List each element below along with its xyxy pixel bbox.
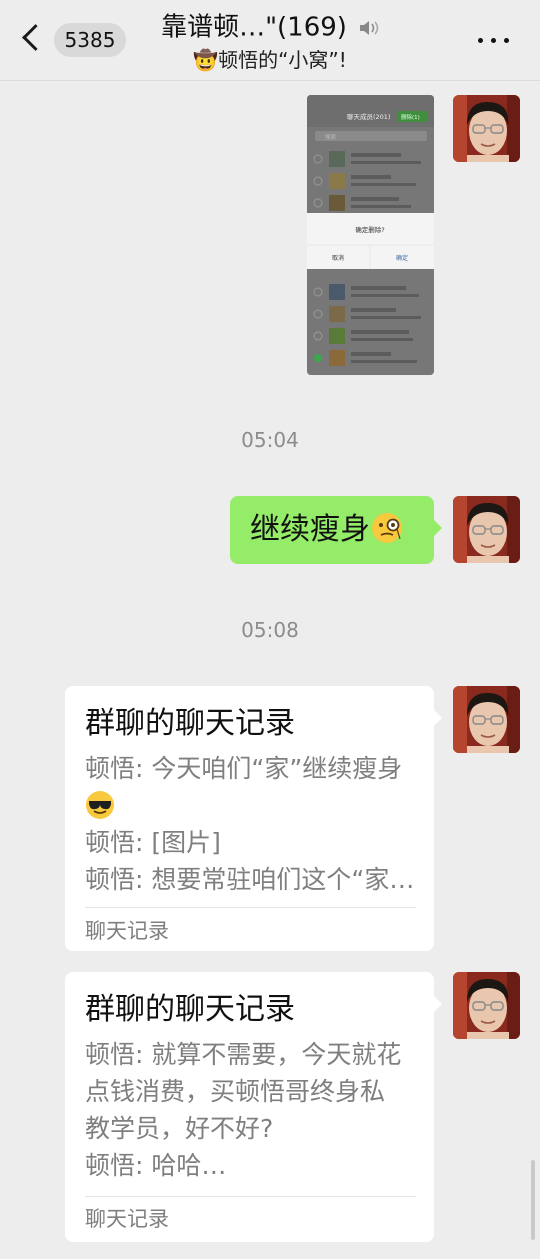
avatar-image xyxy=(453,95,520,162)
screenshot-delete-button: 删除(1) xyxy=(401,113,420,121)
card-footer: 聊天记录 xyxy=(85,919,169,943)
avatar-image xyxy=(453,972,520,1039)
card-line: 教学员，好不好? xyxy=(85,1114,274,1143)
card-line: 顿悟: 哈哈… xyxy=(85,1151,227,1180)
screenshot-header: 聊天成员(201) xyxy=(347,112,390,121)
message-text-row: 继续瘦身 xyxy=(250,510,404,550)
card-divider xyxy=(85,1196,416,1197)
scrollbar[interactable] xyxy=(531,1160,535,1240)
dialog-confirm: 确定 xyxy=(396,254,408,262)
more-icon[interactable] xyxy=(478,38,510,44)
group-announcement[interactable]: 🤠顿悟的“小窝”! xyxy=(0,46,540,74)
screenshot-thumbnail: 聊天成员(201) 删除(1) 搜索 确定删除? 取消 确定 xyxy=(307,95,434,375)
message-text: 继续瘦身 xyxy=(250,512,370,547)
chat-title: 靠谱顿…"(169) xyxy=(0,10,540,45)
avatar[interactable] xyxy=(453,95,520,162)
chat-record-card[interactable]: 群聊的聊天记录 顿悟: 就算不需要，今天就花 点钱消费，买顿悟哥终身私 教学员，… xyxy=(65,972,442,1242)
card-line: 顿悟: [图片] xyxy=(85,828,221,857)
avatar-image xyxy=(453,496,520,563)
avatar[interactable] xyxy=(453,496,520,563)
face-with-monocle-icon xyxy=(372,513,402,543)
chat-title-text: 靠谱顿…"(169) xyxy=(161,12,347,43)
dialog-cancel: 取消 xyxy=(332,254,344,262)
card-divider xyxy=(85,907,416,908)
card-title: 群聊的聊天记录 xyxy=(85,992,295,1027)
text-message-bubble[interactable]: 继续瘦身 xyxy=(230,496,442,564)
timestamp: 05:08 xyxy=(241,618,299,642)
confirm-dialog xyxy=(307,213,434,269)
avatar[interactable] xyxy=(453,686,520,753)
card-line: 顿悟: 想要常驻咱们这个“家… xyxy=(85,865,415,894)
card-footer: 聊天记录 xyxy=(85,1207,169,1231)
card-title: 群聊的聊天记录 xyxy=(85,706,295,741)
card-line: 点钱消费，买顿悟哥终身私 xyxy=(85,1077,386,1106)
speaker-mute-icon xyxy=(359,20,379,35)
image-message[interactable]: 聊天成员(201) 删除(1) 搜索 确定删除? 取消 确定 xyxy=(307,95,434,375)
avatar[interactable] xyxy=(453,972,520,1039)
timestamp: 05:04 xyxy=(241,428,299,452)
card-line: 顿悟: 今天咱们“家”继续瘦身 xyxy=(85,754,403,783)
card-line: 顿悟: 就算不需要，今天就花 xyxy=(85,1040,402,1069)
dialog-title: 确定删除? xyxy=(355,225,384,234)
cool-face-emoji-icon xyxy=(86,791,114,819)
screenshot-search: 搜索 xyxy=(325,133,337,141)
avatar-image xyxy=(453,686,520,753)
chat-header: 5385 靠谱顿…"(169) 🤠顿悟的“小窝”! xyxy=(0,0,540,81)
chat-record-card[interactable]: 群聊的聊天记录 顿悟: 今天咱们“家”继续瘦身 顿悟: [图片] 顿悟: 想要常… xyxy=(65,686,442,951)
